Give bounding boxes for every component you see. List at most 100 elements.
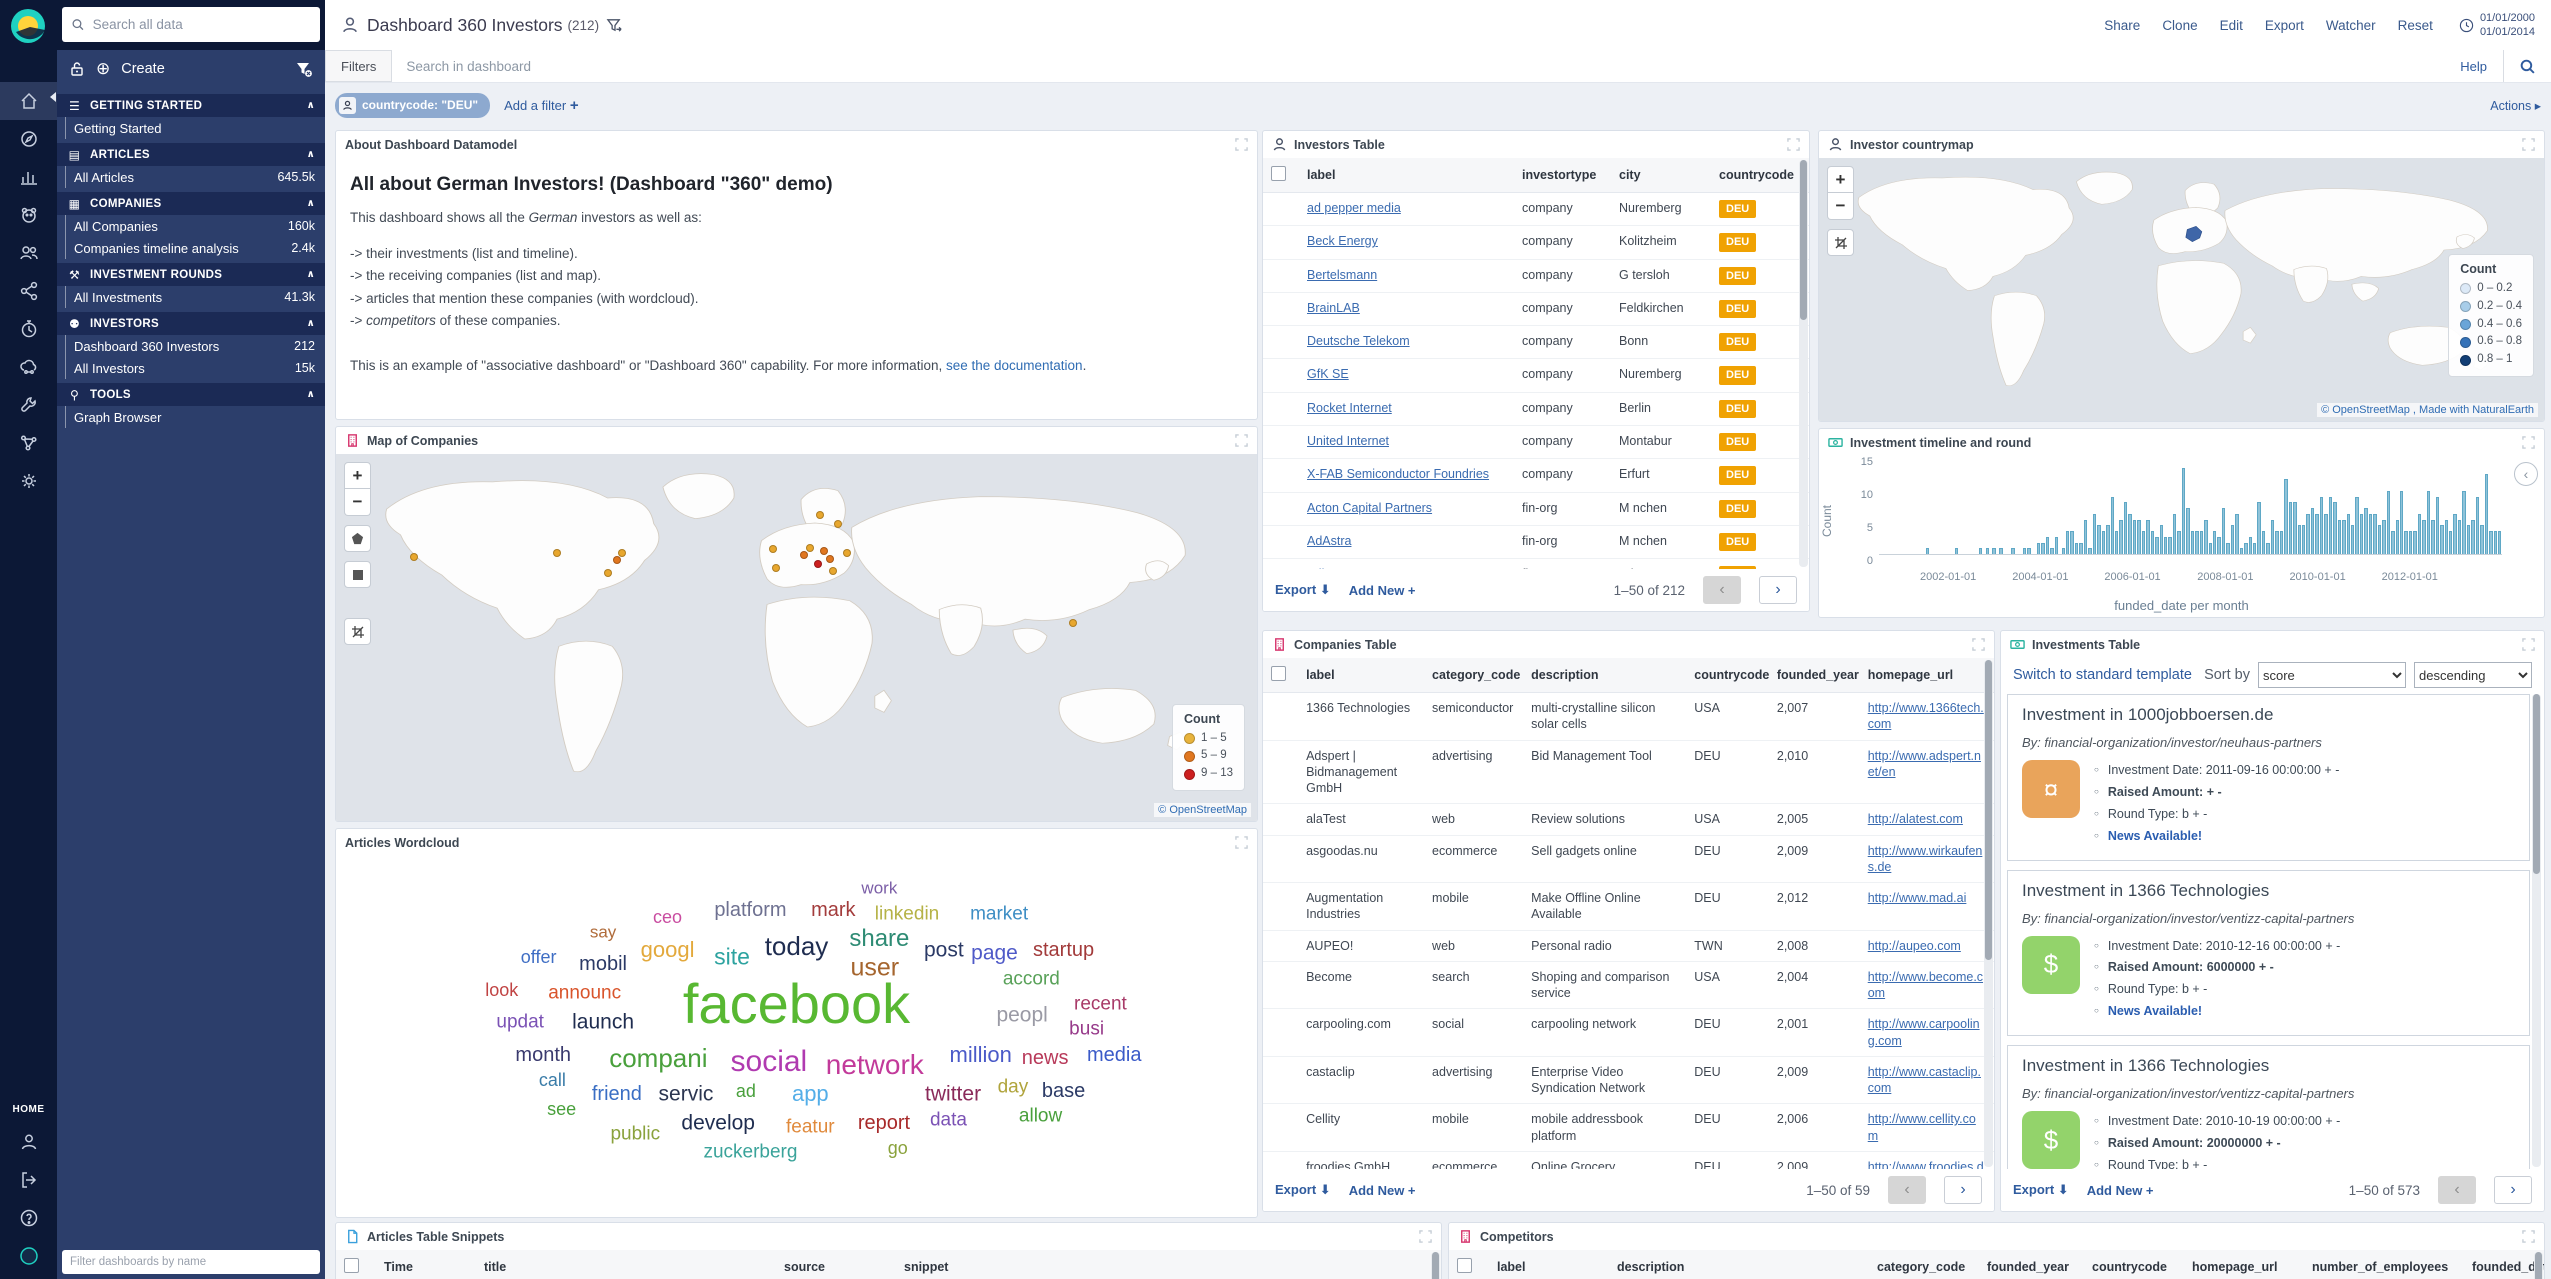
- company-dot[interactable]: [829, 567, 837, 575]
- wordcloud-word[interactable]: busi: [1069, 1020, 1104, 1039]
- help-link[interactable]: Help: [2444, 50, 2503, 82]
- sidebar-row[interactable]: ☰ GETTING STARTED ∧: [57, 94, 325, 117]
- col-category-code[interactable]: category_code: [1869, 1250, 1979, 1279]
- homepage-link[interactable]: http://www.adspert.net/en: [1868, 749, 1981, 779]
- wordcloud-word[interactable]: work: [861, 880, 897, 897]
- col-label[interactable]: label: [1298, 658, 1424, 693]
- rail-history-button[interactable]: [0, 310, 57, 348]
- wordcloud-word[interactable]: media: [1087, 1045, 1141, 1065]
- zoom-out-button[interactable]: −: [344, 489, 371, 516]
- col-founded-year[interactable]: founded_year: [1769, 658, 1860, 693]
- scrollbar[interactable]: [2534, 1252, 2543, 1279]
- wordcloud-word[interactable]: offer: [521, 948, 557, 966]
- expand-icon[interactable]: [2522, 638, 2535, 651]
- company-dot[interactable]: [814, 560, 822, 568]
- col-category-code[interactable]: category_code: [1424, 658, 1523, 693]
- col-countrycode[interactable]: countrycode: [1686, 658, 1769, 693]
- investor-link[interactable]: Deutsche Telekom: [1307, 334, 1410, 348]
- chevron-up-icon[interactable]: ∧: [307, 269, 315, 280]
- select-all-checkbox[interactable]: [1457, 1258, 1472, 1273]
- export-button[interactable]: Export ⬇: [2013, 1182, 2069, 1198]
- zoom-in-button[interactable]: +: [344, 462, 371, 489]
- wordcloud-word[interactable]: facebook: [683, 976, 910, 1032]
- zoom-out-button[interactable]: −: [1827, 193, 1854, 220]
- homepage-link[interactable]: http://alatest.com: [1868, 812, 1963, 826]
- sidebar-row[interactable]: All Articles 645.5k: [65, 166, 325, 188]
- wordcloud-word[interactable]: public: [610, 1124, 660, 1143]
- investor-link[interactable]: GfK SE: [1307, 367, 1349, 381]
- wordcloud-word[interactable]: peopl: [996, 1004, 1047, 1025]
- rail-logout-button[interactable]: [0, 1161, 57, 1199]
- wordcloud-word[interactable]: platform: [714, 900, 786, 920]
- col-source[interactable]: source: [776, 1250, 896, 1279]
- chevron-up-icon[interactable]: ∧: [307, 318, 315, 329]
- dashboard-filter-box[interactable]: [62, 1250, 320, 1274]
- company-dot[interactable]: [826, 555, 834, 563]
- homepage-link[interactable]: http://www.1366tech.com: [1868, 701, 1984, 731]
- wordcloud-word[interactable]: mark: [811, 900, 855, 920]
- wordcloud-word[interactable]: report: [858, 1113, 910, 1133]
- next-page-button[interactable]: ›: [1944, 1176, 1982, 1204]
- add-new-button[interactable]: Add New +: [1349, 583, 1416, 598]
- homepage-link[interactable]: http://www.wirkaufens.de: [1868, 844, 1983, 874]
- crop-select-button[interactable]: [344, 618, 371, 645]
- draw-rectangle-button[interactable]: [344, 561, 371, 588]
- wordcloud-word[interactable]: data: [930, 1110, 967, 1129]
- wordcloud-word[interactable]: base: [1042, 1081, 1085, 1101]
- global-search-box[interactable]: [62, 7, 320, 42]
- map-attribution[interactable]: © OpenStreetMap , Made with NaturalEarth: [2317, 403, 2538, 417]
- wordcloud-word[interactable]: call: [539, 1071, 566, 1089]
- col-countrycode[interactable]: countrycode: [1711, 158, 1809, 193]
- wordcloud-word[interactable]: go: [888, 1139, 908, 1157]
- col-city[interactable]: city: [1611, 158, 1711, 193]
- rail-setup-button[interactable]: [0, 386, 57, 424]
- wordcloud-word[interactable]: updat: [496, 1013, 544, 1032]
- wordcloud-word[interactable]: compani: [609, 1045, 707, 1071]
- header-link[interactable]: Reset: [2398, 18, 2433, 33]
- documentation-link[interactable]: see the documentation: [946, 358, 1083, 373]
- homepage-link[interactable]: http://www.castaclip.com: [1868, 1065, 1981, 1095]
- sort-field-select[interactable]: score: [2258, 662, 2406, 688]
- wordcloud-word[interactable]: recent: [1074, 995, 1127, 1014]
- sidebar-row[interactable]: Graph Browser: [65, 406, 325, 428]
- rail-settings-button[interactable]: [0, 462, 57, 500]
- header-link[interactable]: Export: [2265, 18, 2304, 33]
- col-founded-date[interactable]: founded_date: [2464, 1250, 2544, 1279]
- sidebar-collapse-arrow[interactable]: [50, 92, 56, 102]
- company-dot[interactable]: [834, 520, 842, 528]
- filter-funnel-icon[interactable]: [295, 60, 313, 78]
- company-dot[interactable]: [1069, 619, 1077, 627]
- wordcloud-word[interactable]: post: [924, 939, 964, 960]
- col-homepage-url[interactable]: homepage_url: [2184, 1250, 2304, 1279]
- wordcloud-word[interactable]: ad: [736, 1082, 756, 1100]
- wordcloud-word[interactable]: million: [950, 1044, 1012, 1066]
- expand-icon[interactable]: [1235, 138, 1248, 151]
- wordcloud-word[interactable]: servic: [659, 1084, 714, 1105]
- investment-card[interactable]: Investment in 1366 Technologies By: fina…: [2007, 870, 2530, 1037]
- next-page-button[interactable]: ›: [1759, 576, 1797, 604]
- dashboard-filter-input[interactable]: [70, 1256, 312, 1268]
- col-label[interactable]: label: [1299, 158, 1514, 193]
- expand-icon[interactable]: [1235, 836, 1248, 849]
- header-link[interactable]: Share: [2104, 18, 2140, 33]
- wordcloud-word[interactable]: mobil: [579, 954, 627, 974]
- sidebar-row[interactable]: Dashboard 360 Investors 212: [65, 335, 325, 357]
- map-attribution[interactable]: © OpenStreetMap: [1154, 803, 1251, 817]
- col-number-of-employees[interactable]: number_of_employees: [2304, 1250, 2464, 1279]
- wordcloud-word[interactable]: allow: [1019, 1106, 1062, 1125]
- create-button[interactable]: Create: [121, 61, 165, 77]
- sidebar-row[interactable]: ⚉ INVESTORS ∧: [57, 312, 325, 335]
- sidebar-row[interactable]: ▤ ARTICLES ∧: [57, 143, 325, 166]
- country-map[interactable]: + − Count 0 – 0.20.2 – 0.40.4 – 0.60.6 –…: [1819, 158, 2544, 421]
- add-filter-link[interactable]: Add a filter +: [504, 97, 579, 114]
- expand-icon[interactable]: [1419, 1230, 1432, 1243]
- investor-link[interactable]: AdAstra: [1307, 534, 1351, 548]
- header-link[interactable]: Clone: [2162, 18, 2197, 33]
- sort-direction-select[interactable]: descending: [2414, 662, 2532, 688]
- select-all-checkbox[interactable]: [344, 1258, 359, 1273]
- expand-icon[interactable]: [2522, 1230, 2535, 1243]
- global-search-input[interactable]: [93, 17, 311, 32]
- rail-visualize-button[interactable]: [0, 158, 57, 196]
- chevron-up-icon[interactable]: ∧: [307, 149, 315, 160]
- homepage-link[interactable]: http://www.cellity.com: [1868, 1112, 1976, 1142]
